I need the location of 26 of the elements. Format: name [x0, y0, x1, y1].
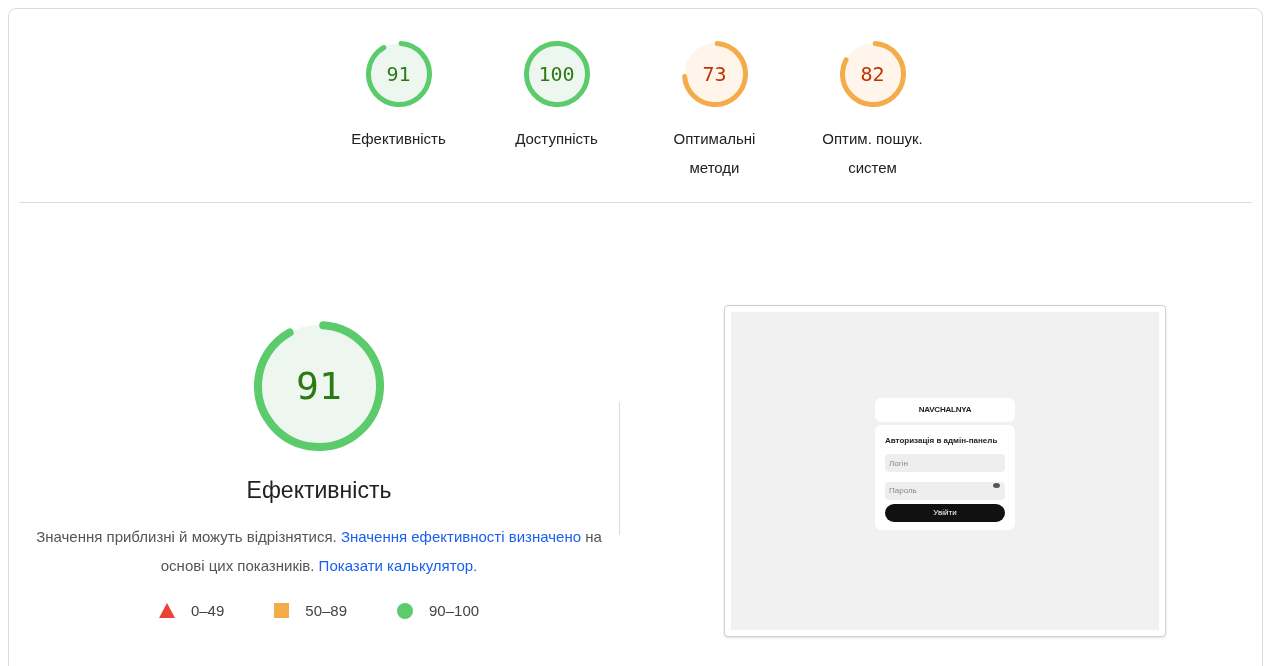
score-value: 82	[860, 61, 885, 88]
description-text: Значення приблизні й можуть відрізнятися. Значення ефективності визначено на основі цих показників. Показати калькулятор.	[35, 526, 603, 576]
logo: NAVCHALNYA	[918, 404, 972, 416]
section-title: Ефективність	[246, 476, 392, 505]
legend-range: 50–89	[305, 600, 347, 621]
score-value: 100	[538, 61, 575, 88]
category-label[interactable]: Оптимальні методи	[649, 124, 780, 182]
category-label[interactable]: Доступність	[491, 124, 622, 153]
login-field[interactable]: Логін	[885, 454, 1005, 472]
score-gauge	[523, 41, 590, 107]
login-button[interactable]: Увійти	[885, 504, 1005, 522]
score-value: 91	[296, 362, 342, 410]
legend-range: 90–100	[429, 600, 480, 621]
login-heading: Авторизація в адмін-панель	[885, 435, 999, 447]
legend-range: 0–49	[190, 600, 225, 621]
score-value: 91	[386, 61, 411, 88]
category-label[interactable]: Ефективність	[333, 124, 464, 153]
link[interactable]: Значення ефективності визначено	[340, 527, 582, 545]
password-field[interactable]: Пароль	[885, 481, 1005, 500]
category-label[interactable]: Оптим. пошук. систем	[807, 124, 938, 182]
score-gauge	[365, 41, 432, 107]
eye-icon[interactable]	[993, 483, 1000, 488]
score-value: 73	[702, 61, 727, 88]
score-gauge	[839, 41, 906, 107]
score-gauge	[681, 41, 748, 107]
link[interactable]: Показати калькулятор.	[318, 556, 478, 574]
